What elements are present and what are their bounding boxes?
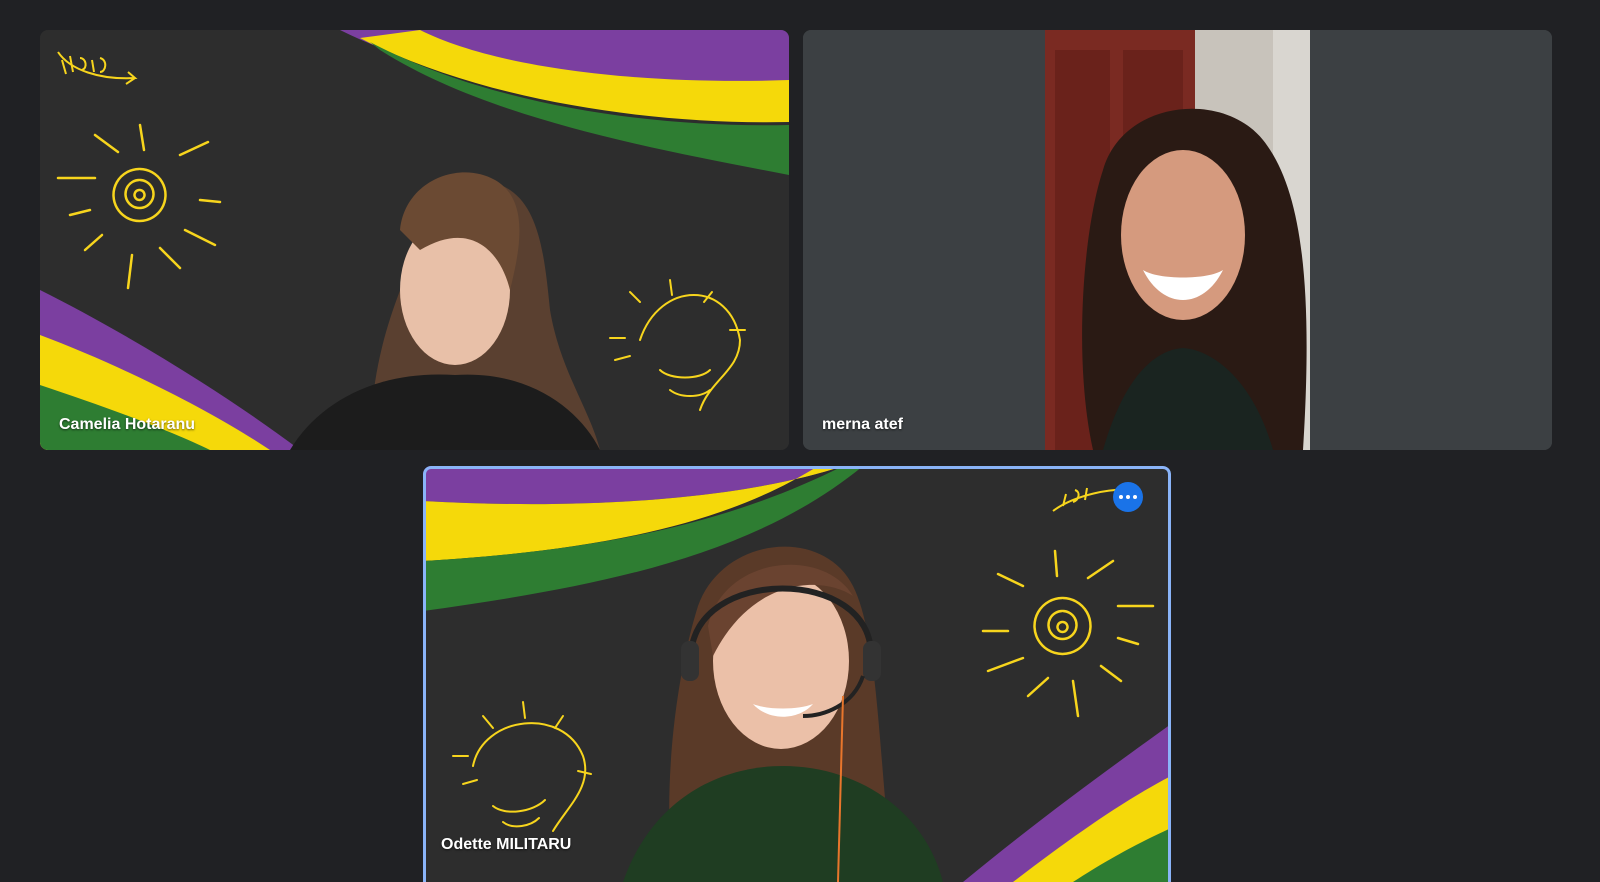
participant-tile-merna[interactable]: merna atef [803,30,1552,450]
more-horiz-icon-dot [1133,495,1137,499]
more-horiz-icon-dot [1126,495,1130,499]
more-horiz-icon [1119,495,1123,499]
participant-name-merna: merna atef [822,416,903,433]
participant-tile-camelia[interactable]: Camelia Hotaranu [40,30,789,450]
video-feed-odette [423,466,1171,882]
participant-name-camelia: Camelia Hotaranu [59,416,196,433]
video-feed-camelia [40,30,789,450]
meeting-grid: Camelia Hotaranu merna atef Odette MILIT… [0,0,1600,882]
video-feed-merna [803,30,1552,450]
more-options-button[interactable] [1113,482,1143,512]
participant-tile-odette[interactable]: Odette MILITARU [423,466,1171,882]
participant-name-odette: Odette MILITARU [441,836,572,853]
